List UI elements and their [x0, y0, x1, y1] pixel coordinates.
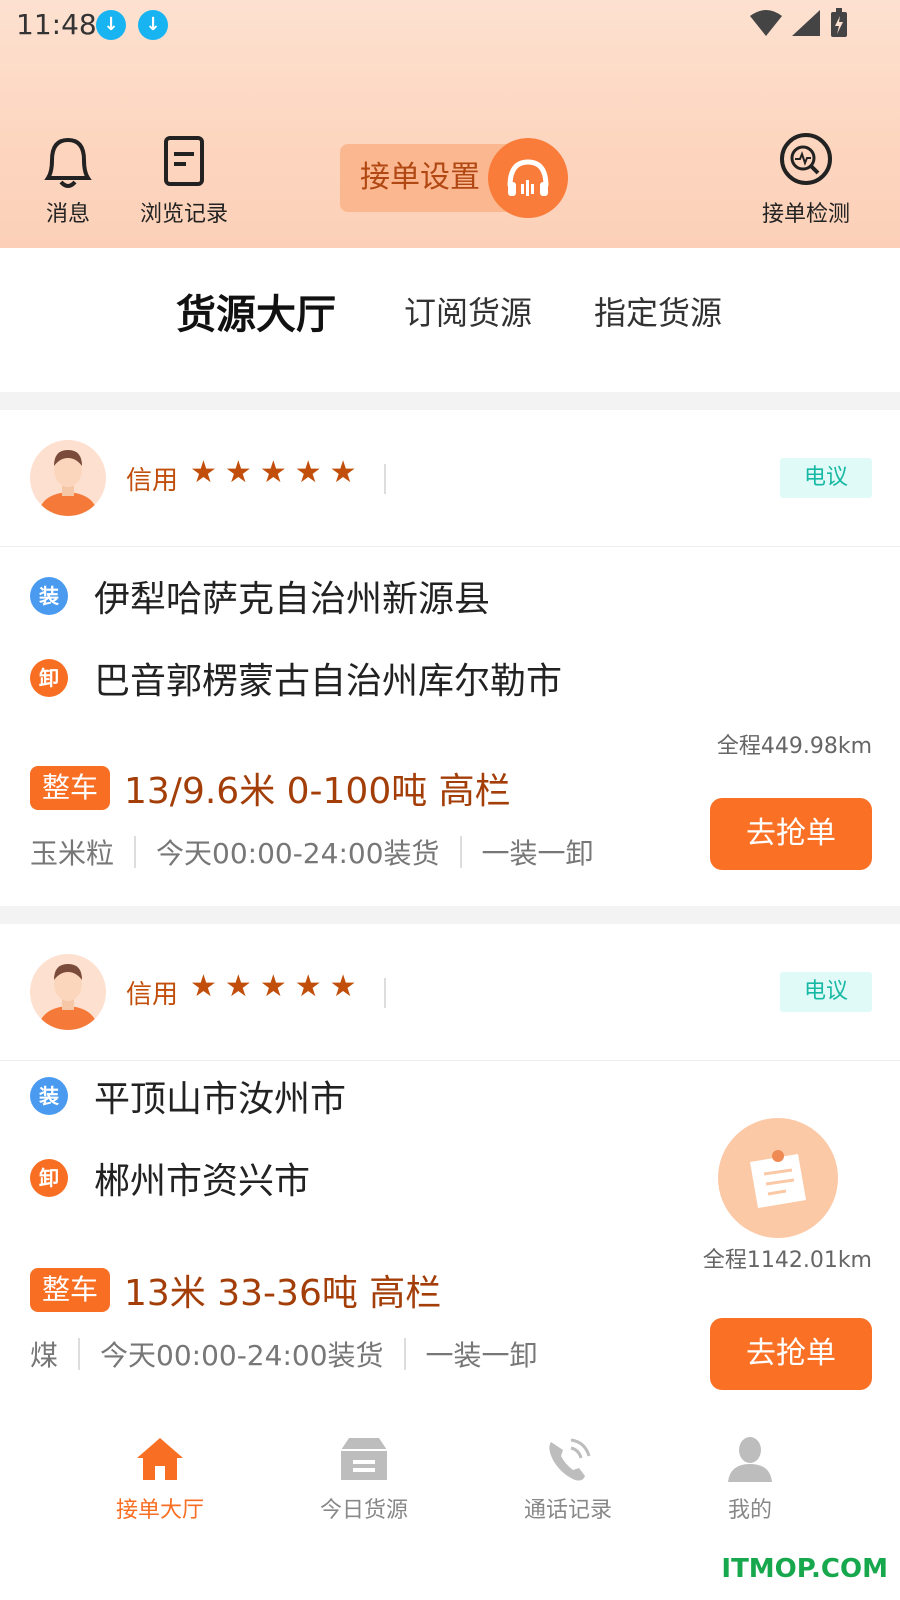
load-address: 伊犁哈萨克自治州新源县: [94, 579, 491, 620]
star-icon: ★: [329, 455, 357, 490]
separator: [459, 836, 462, 868]
unload-location: 卸 郴州市资兴市: [30, 1152, 310, 1204]
nav-order-hall[interactable]: 接单大厅: [100, 1436, 220, 1524]
spec-text: 13米 33-36吨 高栏: [124, 1273, 442, 1314]
load-mode: 一装一卸: [481, 837, 594, 870]
top-header: 11:48 ↓ ↓ 消息 浏览记录 接单设置 接单检测: [0, 0, 900, 248]
nav-label: 我的: [727, 1498, 772, 1523]
star-icon: ★: [190, 969, 217, 1004]
star-icon: ★: [259, 455, 287, 490]
nav-today-cargo[interactable]: 今日货源: [304, 1436, 424, 1524]
nav-call-history[interactable]: 通话记录: [508, 1436, 628, 1524]
download-icon: ↓: [96, 10, 126, 40]
note-icon: [750, 1150, 806, 1208]
price-negotiable-badge: 电议: [780, 458, 872, 498]
separator: [384, 464, 386, 494]
load-address: 平顶山市汝州市: [94, 1079, 347, 1120]
box-icon: [341, 1438, 387, 1480]
star-icon: ★: [224, 455, 252, 490]
download-icon: ↓: [138, 10, 168, 40]
star-icon: ★: [259, 969, 287, 1004]
load-time: 今天00:00-24:00装货: [156, 837, 440, 870]
cargo-type: 煤: [30, 1339, 59, 1372]
credit-stars: ★ ★ ★ ★ ★: [190, 972, 357, 1002]
grab-order-button[interactable]: 去抢单: [710, 798, 872, 870]
cargo-card[interactable]: 信用 ★ ★ ★ ★ ★ 电议 装 伊犁哈萨克自治州新源县 卸 巴音郭楞蒙古自治州库尔勒…: [0, 410, 900, 906]
load-icon: 装: [30, 1077, 68, 1115]
order-settings-button[interactable]: 接单设置: [340, 138, 568, 218]
nav-label: 今日货源: [319, 1498, 408, 1523]
battery-icon: [831, 8, 847, 37]
credit-stars: ★ ★ ★ ★ ★: [190, 458, 357, 488]
bell-icon: [44, 137, 92, 188]
status-icons: [750, 8, 848, 38]
unload-icon: 卸: [30, 659, 68, 697]
price-negotiable-badge: 电议: [780, 972, 872, 1012]
vehicle-spec: 整车 13米 33-36吨 高栏: [30, 1264, 441, 1316]
credit-label: 信用: [126, 466, 179, 496]
unload-location: 卸 巴音郭楞蒙古自治州库尔勒市: [30, 652, 562, 704]
credit-label: 信用: [126, 980, 179, 1010]
load-time: 今天00:00-24:00装货: [100, 1339, 384, 1372]
status-time: 11:48: [16, 8, 97, 41]
wifi-icon: [750, 10, 782, 36]
watermark: ITMOP.COM: [721, 1554, 888, 1584]
tab-cargo-hall[interactable]: 货源大厅: [176, 282, 336, 340]
card-header: 信用 ★ ★ ★ ★ ★ 电议: [0, 410, 900, 547]
order-check-button[interactable]: 接单检测: [762, 132, 850, 228]
order-check-label: 接单检测: [762, 202, 851, 227]
distance: 全程1142.01km: [702, 1248, 872, 1273]
distance: 全程449.98km: [716, 734, 872, 759]
separator: [78, 1338, 81, 1370]
tab-bar: 货源大厅 订阅货源 指定货源: [0, 248, 900, 392]
messages-label: 消息: [45, 202, 90, 227]
phone-icon: [549, 1438, 591, 1481]
load-icon: 装: [30, 577, 68, 615]
spec-text: 13/9.6米 0-100吨 高栏: [124, 771, 511, 812]
document-icon: [164, 136, 204, 186]
star-icon: ★: [224, 969, 252, 1004]
unload-address: 郴州市资兴市: [94, 1161, 311, 1202]
star-icon: ★: [294, 455, 322, 490]
unload-address: 巴音郭楞蒙古自治州库尔勒市: [94, 661, 563, 702]
star-icon: ★: [329, 969, 357, 1004]
magnifier-chart-icon: [780, 133, 832, 185]
home-icon: [137, 1438, 183, 1480]
divider: [0, 392, 900, 410]
cargo-meta: 煤 今天00:00-24:00装货 一装一卸: [30, 1334, 538, 1374]
grab-order-button[interactable]: 去抢单: [710, 1318, 872, 1390]
star-icon: ★: [190, 455, 217, 490]
avatar: [30, 440, 106, 516]
load-location: 装 平顶山市汝州市: [30, 1070, 346, 1122]
star-icon: ★: [294, 969, 322, 1004]
full-truck-tag: 整车: [30, 1268, 110, 1312]
nav-label: 通话记录: [523, 1498, 612, 1523]
history-button[interactable]: 浏览记录: [140, 132, 228, 228]
avatar: [30, 954, 106, 1030]
card-header: 信用 ★ ★ ★ ★ ★ 电议: [0, 924, 900, 1061]
messages-button[interactable]: 消息: [38, 132, 98, 228]
unload-icon: 卸: [30, 1159, 68, 1197]
load-mode: 一装一卸: [425, 1339, 538, 1372]
separator: [134, 836, 137, 868]
history-label: 浏览记录: [140, 202, 229, 227]
signal-icon: [792, 10, 820, 36]
nav-label: 接单大厅: [115, 1498, 204, 1523]
nav-profile[interactable]: 我的: [690, 1436, 810, 1524]
user-icon: [728, 1437, 772, 1482]
tab-assigned-cargo[interactable]: 指定货源: [594, 288, 722, 334]
separator: [403, 1338, 406, 1370]
tab-subscribed-cargo[interactable]: 订阅货源: [404, 288, 532, 334]
vehicle-spec: 整车 13/9.6米 0-100吨 高栏: [30, 762, 511, 814]
load-location: 装 伊犁哈萨克自治州新源县: [30, 570, 490, 622]
divider: [0, 906, 900, 924]
full-truck-tag: 整车: [30, 766, 110, 810]
headset-icon: [488, 138, 568, 218]
separator: [384, 978, 386, 1008]
cargo-type: 玉米粒: [30, 837, 115, 870]
cargo-meta: 玉米粒 今天00:00-24:00装货 一装一卸: [30, 832, 594, 872]
note-float-button[interactable]: [718, 1118, 838, 1238]
